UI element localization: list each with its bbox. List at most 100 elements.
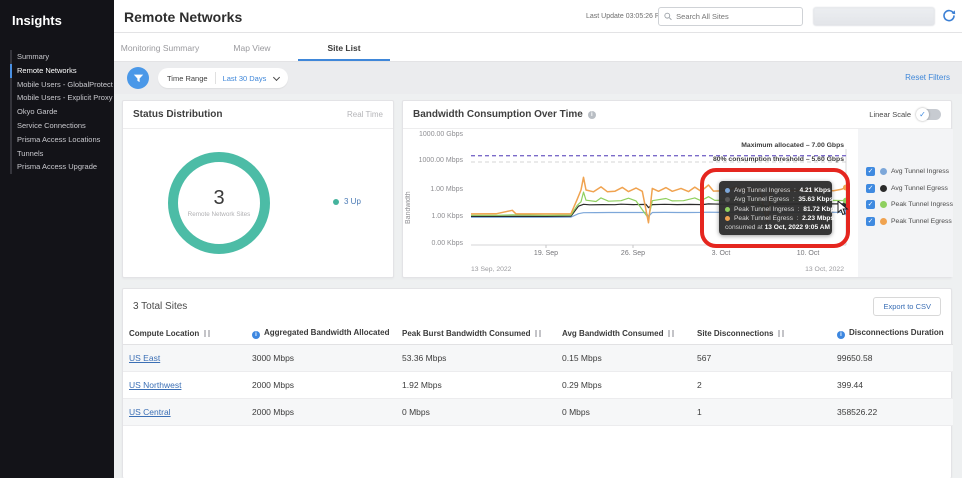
sites-table: Compute Location i Aggregated Bandwidth Al… [123, 323, 953, 426]
legend-checkbox[interactable]: ✓ [866, 200, 875, 209]
content: Status Distribution Real Time 3 Remote N… [114, 94, 962, 478]
tab-map-view[interactable]: Map View [206, 33, 298, 61]
legend-item-avg-tunnel-ingress: ✓ Avg Tunnel Ingress [866, 167, 953, 176]
threshold-80-label: 80% consumption threshold – 5.60 Gbps [712, 156, 844, 163]
sidebar-item-mobile-users-globalprotect[interactable]: Mobile Users - GlobalProtect [10, 77, 114, 92]
cell-avg-bandwidth-consumed: 0 Mbps [556, 398, 691, 426]
tab-monitoring-summary[interactable]: Monitoring Summary [114, 33, 206, 61]
linear-scale-label: Linear Scale [869, 110, 911, 119]
tabbar: Monitoring Summary Map View Site List [114, 33, 962, 62]
linear-scale-toggle[interactable]: ✓ [916, 108, 941, 121]
bandwidth-legend: ✓ Avg Tunnel Ingress ✓ Avg Tunnel Egress ✓ Pe… [858, 129, 953, 277]
column-header-compute-location[interactable]: Compute Location [123, 323, 246, 345]
legend-item-peak-tunnel-egress: ✓ Peak Tunnel Egress [866, 216, 953, 226]
cell-aggregated-bandwidth-allocated: 2000 Mbps [246, 398, 396, 426]
time-range-label: Time Range [167, 73, 208, 83]
legend-series-label: Avg Tunnel Ingress [891, 168, 950, 175]
column-header-disconnections-duration[interactable]: i Disconnections Duration [831, 323, 953, 345]
sidebar-item-mobile-users-explicit-proxy[interactable]: Mobile Users - Explicit Proxy [10, 91, 114, 106]
site-link-us-east[interactable]: US East [129, 353, 160, 363]
current-point-peak-tunnel-egress [843, 184, 849, 191]
sidebar-item-summary[interactable]: Summary [10, 50, 114, 64]
tooltip-row-peak-tunnel-egress: Peak Tunnel Egress : 2.23 Mbps [725, 214, 834, 223]
pill-divider [214, 72, 216, 84]
cell-disconnections-duration: 99650.58 [831, 344, 953, 372]
chevron-down-icon[interactable] [273, 73, 281, 81]
cell-peak-burst-bandwidth-consumed: 53.36 Mbps [396, 344, 556, 372]
sidebar-item-okyo-garde[interactable]: Okyo Garde [10, 105, 114, 119]
x-tick-label: 3. Oct [711, 250, 731, 257]
filterbar: Time Range Last 30 Days Reset Filters [114, 62, 962, 94]
column-header-aggregated-bandwidth-allocated[interactable]: i Aggregated Bandwidth Allocated [246, 323, 396, 345]
status-distribution-card: Status Distribution Real Time 3 Remote N… [122, 100, 394, 278]
search-icon [664, 12, 672, 21]
total-sites-title: 3 Total Sites [133, 301, 188, 312]
x-range-end: 13 Oct, 2022 [805, 266, 844, 273]
reset-filters-link[interactable]: Reset Filters [905, 73, 950, 82]
cell-disconnections-duration: 358526.22 [831, 398, 953, 426]
search-input[interactable] [676, 12, 797, 21]
tooltip-series-dot [725, 188, 730, 194]
cell-avg-bandwidth-consumed: 0.29 Mbps [556, 371, 691, 399]
sort-icon[interactable] [535, 330, 542, 337]
legend-series-label: Peak Tunnel Ingress [891, 201, 953, 208]
status-legend-label[interactable]: 3 Up [344, 197, 361, 206]
mouse-cursor-icon [837, 201, 849, 216]
tenant-selector-redacted[interactable] [813, 7, 935, 26]
export-csv-button[interactable]: Export to CSV [873, 297, 941, 316]
donut-count: 3 [213, 187, 225, 209]
legend-checkbox[interactable]: ✓ [866, 167, 875, 176]
column-header-avg-bandwidth-consumed[interactable]: Avg Bandwidth Consumed [556, 323, 691, 345]
bandwidth-chart-area: Bandwidth 1000.00 Gbps 1000.00 Mbps 1.00 M… [403, 129, 953, 277]
refresh-icon[interactable] [942, 9, 956, 23]
table-header-row: 3 Total Sites Export to CSV [123, 289, 951, 323]
cell-compute-location: US East [123, 344, 246, 372]
linear-scale-group: Linear Scale ✓ [869, 108, 941, 121]
table-column-headers: Compute Location i Aggregated Bandwidth Al… [123, 323, 953, 345]
page-title: Remote Networks [124, 9, 243, 25]
cell-site-disconnections: 2 [691, 371, 831, 399]
x-tick-label: 26. Sep [620, 250, 646, 257]
table-row-us-east: US East 3000 Mbps 53.36 Mbps 0.15 Mbps 567 99… [123, 344, 953, 372]
filter-button[interactable] [127, 67, 149, 89]
site-link-us-central[interactable]: US Central [129, 407, 171, 417]
tooltip-row-peak-tunnel-ingress: Peak Tunnel Ingress : 81.72 Kbps [725, 205, 838, 214]
chart-tooltip: Avg Tunnel Ingress : 4.21 Kbps Avg Tunnel… [719, 181, 838, 236]
sort-icon[interactable] [778, 330, 785, 337]
tab-site-list[interactable]: Site List [298, 33, 390, 61]
time-range-pill[interactable]: Time Range Last 30 Days [158, 68, 289, 88]
legend-checkbox[interactable]: ✓ [866, 216, 875, 226]
sidebar-item-prisma-access-upgrade[interactable]: Prisma Access Upgrade [10, 160, 114, 175]
cell-site-disconnections: 1 [691, 398, 831, 426]
search-box[interactable] [658, 7, 803, 26]
sidebar-title: Insights [12, 13, 62, 28]
sites-table-card: 3 Total Sites Export to CSV Compute Loca… [122, 288, 953, 478]
app-header: Remote Networks Last Update 03:05:26 PM [114, 0, 962, 33]
cell-avg-bandwidth-consumed: 0.15 Mbps [556, 344, 691, 372]
x-range-start: 13 Sep, 2022 [471, 266, 512, 273]
legend-series-label: Peak Tunnel Egress [891, 217, 952, 225]
column-info-icon[interactable]: i [837, 331, 845, 339]
sidebar-item-service-connections[interactable]: Service Connections [10, 118, 114, 133]
site-link-us-northwest[interactable]: US Northwest [129, 380, 181, 390]
sidebar-item-prisma-access-locations[interactable]: Prisma Access Locations [10, 132, 114, 147]
legend-checkbox[interactable]: ✓ [866, 183, 875, 193]
x-tick-label: 10. Oct [796, 250, 820, 257]
sort-icon[interactable] [668, 330, 675, 337]
sidebar-item-remote-networks[interactable]: Remote Networks [10, 63, 114, 78]
tooltip-row-avg-tunnel-egress: Avg Tunnel Egress : 35.63 Kbps [725, 195, 833, 204]
column-header-site-disconnections[interactable]: Site Disconnections [691, 323, 831, 345]
status-card-title: Status Distribution [133, 109, 223, 120]
legend-series-label: Avg Tunnel Egress [891, 184, 948, 192]
column-header-peak-burst-bandwidth-consumed[interactable]: Peak Burst Bandwidth Consumed [396, 323, 556, 345]
legend-item-avg-tunnel-egress: ✓ Avg Tunnel Egress [866, 183, 953, 193]
time-range-value[interactable]: Last 30 Days [223, 74, 267, 83]
sidebar-item-tunnels[interactable]: Tunnels [10, 146, 114, 161]
tooltip-timestamp: consumed at 13 Oct, 2022 9:05 AM [725, 224, 830, 232]
column-info-icon[interactable]: i [252, 331, 260, 339]
sidebar: Insights Summary Remote Networks Mobile Us… [0, 0, 114, 478]
info-icon[interactable]: i [587, 110, 596, 119]
sort-icon[interactable] [204, 330, 211, 337]
max-allocated-label: Maximum allocated – 7.00 Gbps [741, 142, 844, 149]
sidebar-nav: Summary Remote Networks Mobile Users - Glo… [10, 50, 114, 175]
